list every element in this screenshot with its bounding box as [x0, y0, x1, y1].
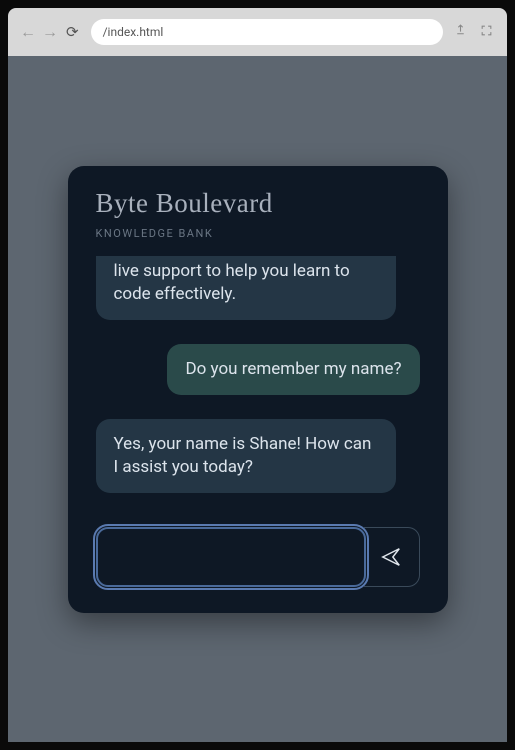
message-text: Yes, your name is Shane! How can I assis…	[114, 434, 372, 477]
send-button[interactable]	[364, 527, 420, 587]
browser-chrome: ← → ⟳ /index.html	[8, 8, 507, 56]
message-input[interactable]	[96, 527, 366, 587]
fullscreen-icon[interactable]	[477, 24, 495, 41]
back-icon[interactable]: ←	[20, 22, 34, 42]
url-text: /index.html	[103, 25, 164, 39]
message-bot: Yes, your name is Shane! How can I assis…	[96, 419, 396, 493]
pin-icon[interactable]	[451, 24, 469, 41]
reload-icon[interactable]: ⟳	[66, 23, 79, 41]
input-row	[96, 527, 420, 587]
message-text: live support to help you learn to code e…	[114, 261, 350, 304]
message-list: live support to help you learn to code e…	[96, 256, 420, 493]
forward-icon[interactable]: →	[42, 22, 56, 42]
url-bar[interactable]: /index.html	[91, 19, 443, 45]
app-title: Byte Boulevard	[96, 188, 420, 219]
chat-card: Byte Boulevard KNOWLEDGE BANK live suppo…	[68, 166, 448, 613]
app-subtitle: KNOWLEDGE BANK	[96, 227, 420, 240]
message-bot: live support to help you learn to code e…	[96, 256, 396, 320]
message-text: Do you remember my name?	[185, 359, 401, 379]
message-user: Do you remember my name?	[167, 344, 419, 395]
send-icon	[380, 546, 402, 568]
page-background: Byte Boulevard KNOWLEDGE BANK live suppo…	[8, 56, 507, 742]
